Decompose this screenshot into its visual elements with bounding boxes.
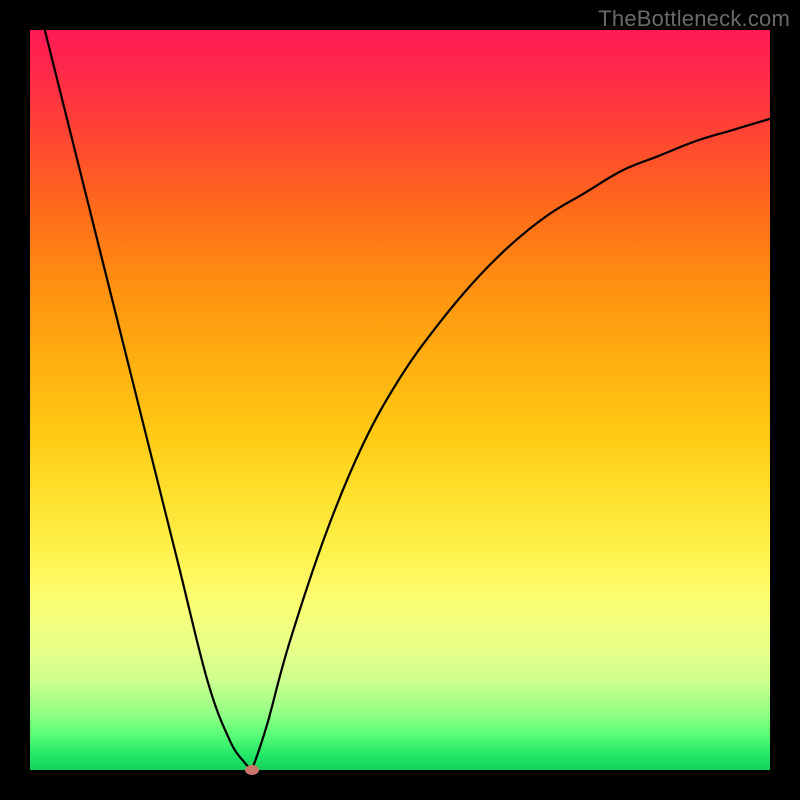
plot-area [30,30,770,770]
curve-left-branch [45,30,252,770]
curve-layer [30,30,770,770]
watermark-text: TheBottleneck.com [598,6,790,32]
chart-frame: TheBottleneck.com [0,0,800,800]
vertex-marker [245,765,259,775]
curve-right-branch [252,119,770,770]
